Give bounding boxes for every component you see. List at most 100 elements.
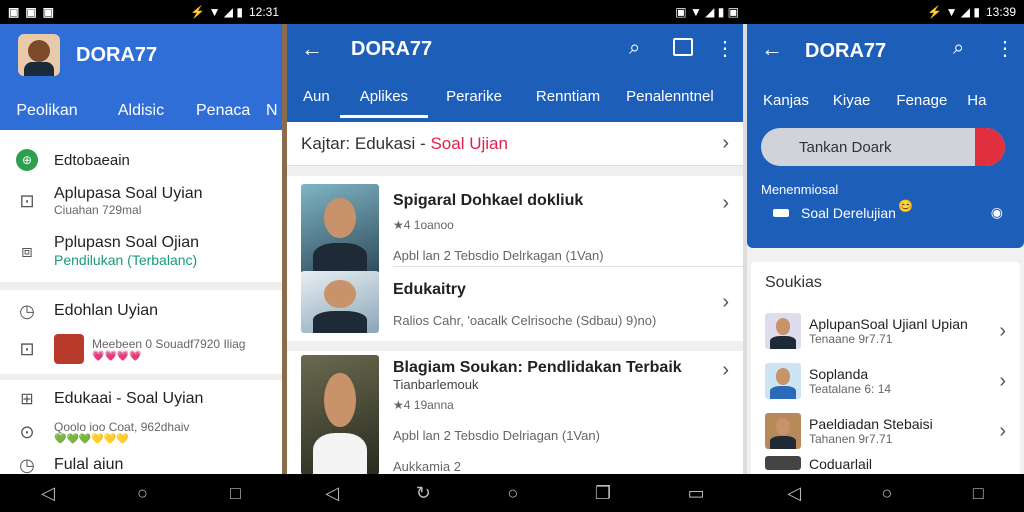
list-item[interactable]: ◷ Fulal aiun (16, 450, 266, 475)
item-subtitle: Meebeen 0 Souadf7920 Iliag (92, 336, 246, 351)
divider (0, 282, 282, 290)
refresh-icon[interactable]: ↻ (416, 483, 431, 504)
card-rating: ★4 1oanoo (393, 218, 454, 232)
list-item[interactable]: Coduarlail (765, 456, 1006, 474)
tab-aldisic[interactable]: Aldisic (94, 94, 188, 135)
chevron-right-icon: › (999, 319, 1006, 342)
search-pill-label: Tankan Doark (799, 138, 892, 156)
tab-bar: Peolikan Aldisic Penaca N (0, 94, 278, 135)
card[interactable]: Blagiam Soukan: Pendlidakan Terbaik Tian… (287, 351, 743, 474)
list-item[interactable]: ⊕ Edtobaeain (16, 144, 266, 176)
notification-icons: ▣▣▣ (8, 5, 61, 19)
item-title: Pplupasn Soal Ojian (54, 234, 199, 251)
card[interactable]: Edukaitry Ralios Cahr, 'oacalk Celrisoch… (287, 267, 743, 341)
list-item[interactable]: ⧈ Pplupasn Soal Ojian Pendilukan (Terbal… (16, 226, 266, 276)
card-thumbnail (301, 184, 379, 274)
tab-kiyae[interactable]: Kiyae (819, 88, 885, 113)
tab-aun[interactable]: Aun (293, 84, 340, 118)
breadcrumb[interactable]: Kajtar: Edukasi - Soal Ujian › (287, 122, 743, 166)
home-icon[interactable]: ○ (882, 483, 893, 504)
tab-kanjas[interactable]: Kanjas (753, 88, 819, 113)
reaction-icons: 💗💗💗💗 (92, 350, 142, 362)
app-title: DORA77 (76, 44, 158, 66)
signal-icons: ⚡ ▼ ◢ ▮ (927, 5, 980, 19)
tab-fenage[interactable]: Fenage (884, 88, 959, 113)
list-item[interactable]: ⊡ Aplupasa Soal Uyian Ciuahan 729mal (16, 176, 266, 226)
card-thumbnail (301, 271, 379, 333)
panel-middle: ← DORA77 ⌕ ⋮ Aun Aplikes Perarike Rennti… (287, 24, 743, 474)
card[interactable]: Spigaral Dohkael dokliuk ★4 1oanoo Apbl … (287, 176, 743, 274)
flag-icon: ⊞ (20, 391, 34, 408)
card-title: Blagiam Soukan: Pendlidakan Terbaik (393, 359, 682, 376)
item-subtitle: Qoolo ioo Coat, 962dhaiv (54, 419, 190, 434)
list-item[interactable]: Soplanda Teatalane 6: 14 › (765, 356, 1006, 406)
status-bar-right: ⚡ ▼ ◢ ▮ 13:39 (747, 0, 1024, 24)
more-vert-icon[interactable]: ⋮ (995, 36, 1015, 61)
location-icon[interactable]: ◉ (991, 204, 1003, 221)
bag-icon: ⊡ (19, 338, 35, 359)
avatar[interactable] (18, 34, 60, 76)
tab-penaca[interactable]: Penaca (188, 94, 258, 135)
item-subtitle: Pendilukan (Terbalanc) (54, 252, 198, 268)
item-title: Edukaai - Soal Uyian (54, 390, 204, 407)
list-item[interactable]: ⊙ Qoolo ioo Coat, 962dhaiv 💚💚💚💛💛💛 (16, 414, 266, 450)
item-title: Paeldiadan Stebaisi (809, 416, 933, 432)
back-arrow-icon[interactable]: ← (301, 36, 323, 62)
list-item[interactable]: AplupanSoal Ujianl Upian Tenaane 9r7.71 › (765, 306, 1006, 356)
status-bar-mid: ▣ ▼ ◢ ▮ ▣ (287, 0, 747, 24)
tab-renntiam[interactable]: Renntiam (520, 84, 616, 118)
tab-peolikan[interactable]: Peolikan (0, 94, 94, 135)
menu-icon[interactable]: ▭ (688, 483, 705, 504)
record-indicator (975, 128, 1005, 166)
settings-row[interactable]: Soal Derelujian 😊 ◉ (773, 199, 1003, 221)
panel-right: ← DORA77 ⌕ ⋮ Kanjas Kiyae Fenage Ha Tank… (747, 24, 1024, 474)
shield-icon: ⊕ (16, 149, 38, 171)
list-item[interactable]: ⊞ Edukaai - Soal Uyian (16, 384, 266, 414)
status-time: 13:39 (985, 5, 1016, 19)
card-title: Spigaral Dohkael dokliuk (393, 192, 584, 209)
search-pill[interactable]: Tankan Doark (761, 128, 1005, 166)
system-nav-bar: ◁ ○ □ (747, 474, 1024, 512)
window-icon[interactable] (673, 38, 693, 56)
search-icon[interactable]: ⌕ (953, 37, 964, 60)
item-title: AplupanSoal Ujianl Upian (809, 316, 968, 332)
card-extra: Aukkamia 2 (393, 459, 461, 474)
recents-icon[interactable]: □ (230, 483, 241, 504)
chevron-right-icon: › (999, 369, 1006, 392)
tab-aplikes[interactable]: Aplikes (339, 84, 429, 118)
status-time: 12:31 (248, 5, 279, 19)
avatar (765, 456, 801, 470)
chevron-right-icon: › (999, 419, 1006, 442)
tab-penalenntnel[interactable]: Penalenntnel (616, 84, 724, 118)
list-item[interactable]: ◷ Edohlan Uyian (16, 294, 266, 328)
back-icon[interactable]: ◁ (41, 483, 55, 504)
search-icon[interactable]: ⌕ (629, 37, 640, 60)
tab-perarike[interactable]: Perarike (428, 84, 520, 118)
signal-icons: ▣ ▼ ◢ ▮ ▣ (675, 5, 739, 19)
home-icon[interactable]: ○ (507, 483, 518, 504)
more-vert-icon[interactable]: ⋮ (715, 36, 735, 61)
item-title: Edohlan Uyian (54, 302, 159, 319)
list-title: Soukias (765, 274, 822, 291)
item-title: Fulal aiun (54, 456, 124, 473)
list-item[interactable]: ⊡ Meebeen 0 Souadf7920 Iliag 💗💗💗💗 (16, 328, 266, 370)
menu-list: ⊕ Edtobaeain ⊡ Aplupasa Soal Uyian Ciuah… (0, 130, 282, 276)
back-icon[interactable]: ◁ (325, 483, 339, 504)
chevron-right-icon: › (722, 132, 729, 154)
back-icon[interactable]: ◁ (787, 483, 801, 504)
image-icon: ⧈ (21, 240, 33, 261)
recents-icon[interactable]: ❐ (595, 483, 611, 504)
item-subtitle: Teatalane 6: 14 (809, 382, 892, 396)
card-description: Ralios Cahr, 'oacalk Celrisoche (Sdbau) … (393, 313, 657, 328)
card-description: Apbl lan 2 Tebsdio Delriagan (1Van) (393, 428, 600, 443)
tab-ha[interactable]: Ha (959, 88, 994, 113)
app-header: DORA77 Peolikan Aldisic Penaca N (0, 24, 282, 135)
list-item[interactable]: Paeldiadan Stebaisi Tahanen 9r7.71 › (765, 406, 1006, 456)
chevron-right-icon: › (722, 291, 729, 313)
home-icon[interactable]: ○ (137, 483, 148, 504)
tab-more[interactable]: N (258, 94, 278, 135)
recents-icon[interactable]: □ (973, 483, 984, 504)
item-subtitle: Tahanen 9r7.71 (809, 432, 893, 446)
item-title: Soplanda (809, 366, 869, 382)
back-arrow-icon[interactable]: ← (761, 36, 783, 62)
